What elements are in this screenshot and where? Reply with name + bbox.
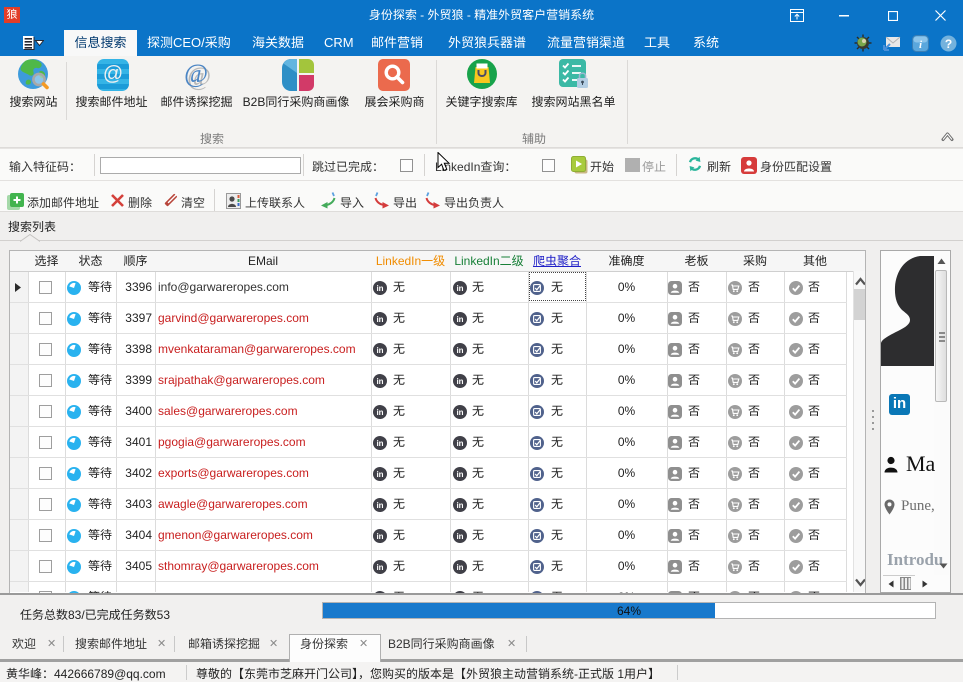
svg-text:?: ?	[945, 37, 952, 51]
svg-text:in: in	[456, 501, 463, 510]
svg-text:in: in	[456, 284, 463, 293]
svg-text:in: in	[376, 439, 383, 448]
svg-text:in: in	[456, 470, 463, 479]
svg-text:in: in	[376, 377, 383, 386]
svg-text:in: in	[376, 284, 383, 293]
svg-text:in: in	[376, 563, 383, 572]
svg-text:in: in	[456, 532, 463, 541]
svg-text:in: in	[456, 439, 463, 448]
svg-text:in: in	[456, 377, 463, 386]
svg-text:in: in	[376, 470, 383, 479]
svg-text:in: in	[376, 346, 383, 355]
svg-text:in: in	[456, 563, 463, 572]
svg-text:in: in	[376, 532, 383, 541]
svg-text:in: in	[456, 408, 463, 417]
svg-text:in: in	[376, 315, 383, 324]
svg-text:in: in	[456, 346, 463, 355]
svg-text:in: in	[376, 408, 383, 417]
svg-text:in: in	[456, 315, 463, 324]
svg-text:in: in	[376, 501, 383, 510]
